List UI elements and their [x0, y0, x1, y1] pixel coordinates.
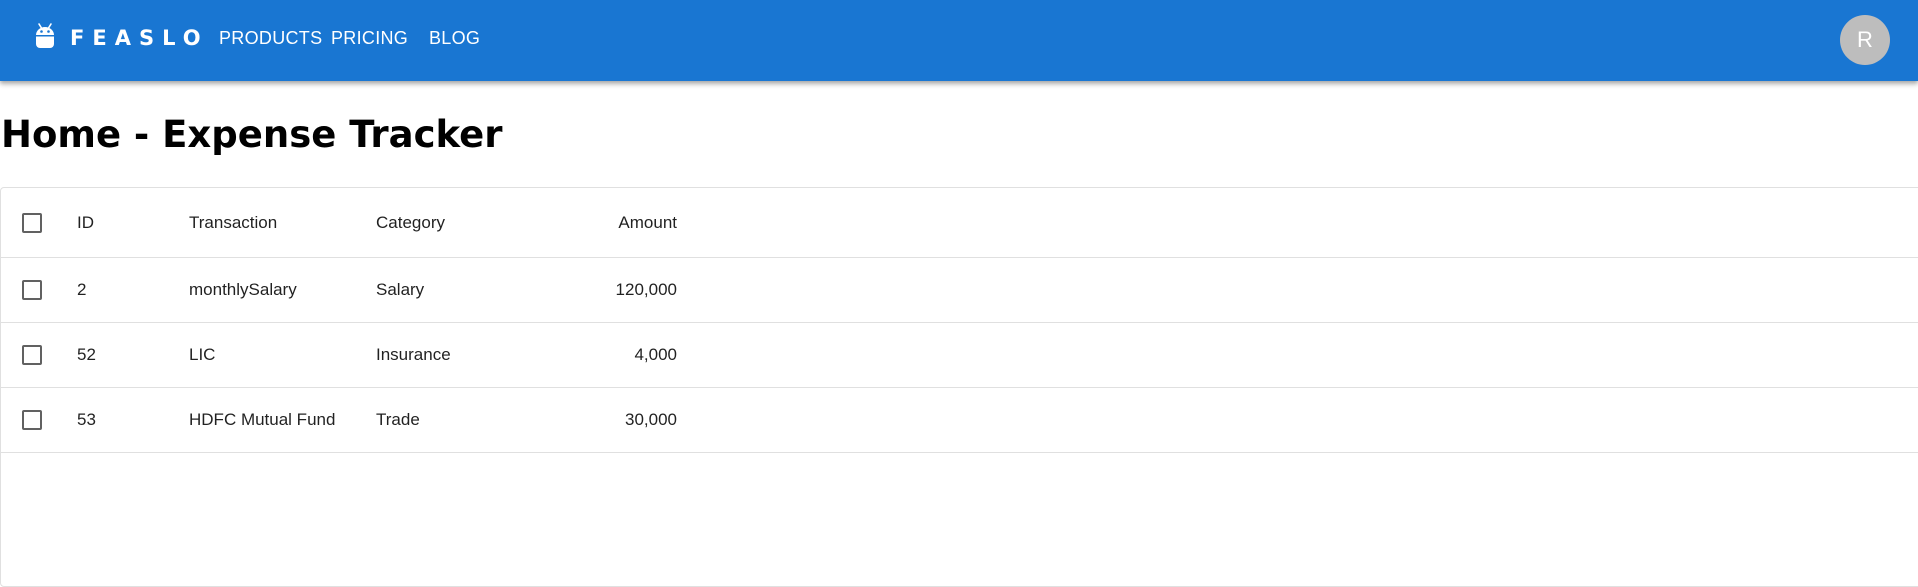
cell-amount: 4,000 [634, 345, 677, 364]
android-icon [34, 22, 56, 55]
nav-blog[interactable]: BLOG [429, 24, 480, 52]
cell-transaction: HDFC Mutual Fund [189, 410, 336, 429]
cell-transaction: monthlySalary [189, 280, 297, 299]
table-row[interactable]: 2 monthlySalary Salary 120,000 [1, 258, 1918, 323]
table-header-row: ID Transaction Category Amount [1, 188, 1918, 258]
column-header-category[interactable]: Category [376, 213, 445, 233]
row-checkbox[interactable] [22, 410, 42, 430]
cell-id: 2 [77, 280, 87, 299]
table-row[interactable]: 52 LIC Insurance 4,000 [1, 323, 1918, 388]
cell-id: 52 [77, 345, 96, 364]
column-header-amount[interactable]: Amount [561, 213, 677, 233]
page-title: Home - Expense Tracker [1, 113, 503, 156]
cell-amount: 120,000 [615, 280, 677, 299]
nav-pricing[interactable]: PRICING [331, 24, 408, 52]
cell-amount: 30,000 [625, 410, 677, 429]
brand-logo[interactable]: FEASLO [34, 22, 209, 55]
user-avatar[interactable]: R [1840, 15, 1890, 65]
app-bar: FEASLO PRODUCTS PRICING BLOG R [0, 0, 1918, 81]
row-checkbox[interactable] [22, 345, 42, 365]
brand-name: FEASLO [70, 26, 209, 50]
select-all-checkbox[interactable] [22, 213, 42, 233]
cell-category: Trade [376, 410, 420, 429]
nav-products[interactable]: PRODUCTS [219, 24, 322, 52]
cell-category: Insurance [376, 345, 451, 364]
cell-transaction: LIC [189, 345, 216, 364]
row-checkbox[interactable] [22, 280, 42, 300]
column-header-transaction[interactable]: Transaction [189, 213, 277, 233]
column-header-id[interactable]: ID [77, 213, 94, 233]
cell-category: Salary [376, 280, 425, 299]
table-row[interactable]: 53 HDFC Mutual Fund Trade 30,000 [1, 388, 1918, 453]
expense-table: ID Transaction Category Amount 2 monthly… [0, 187, 1918, 587]
cell-id: 53 [77, 410, 96, 429]
